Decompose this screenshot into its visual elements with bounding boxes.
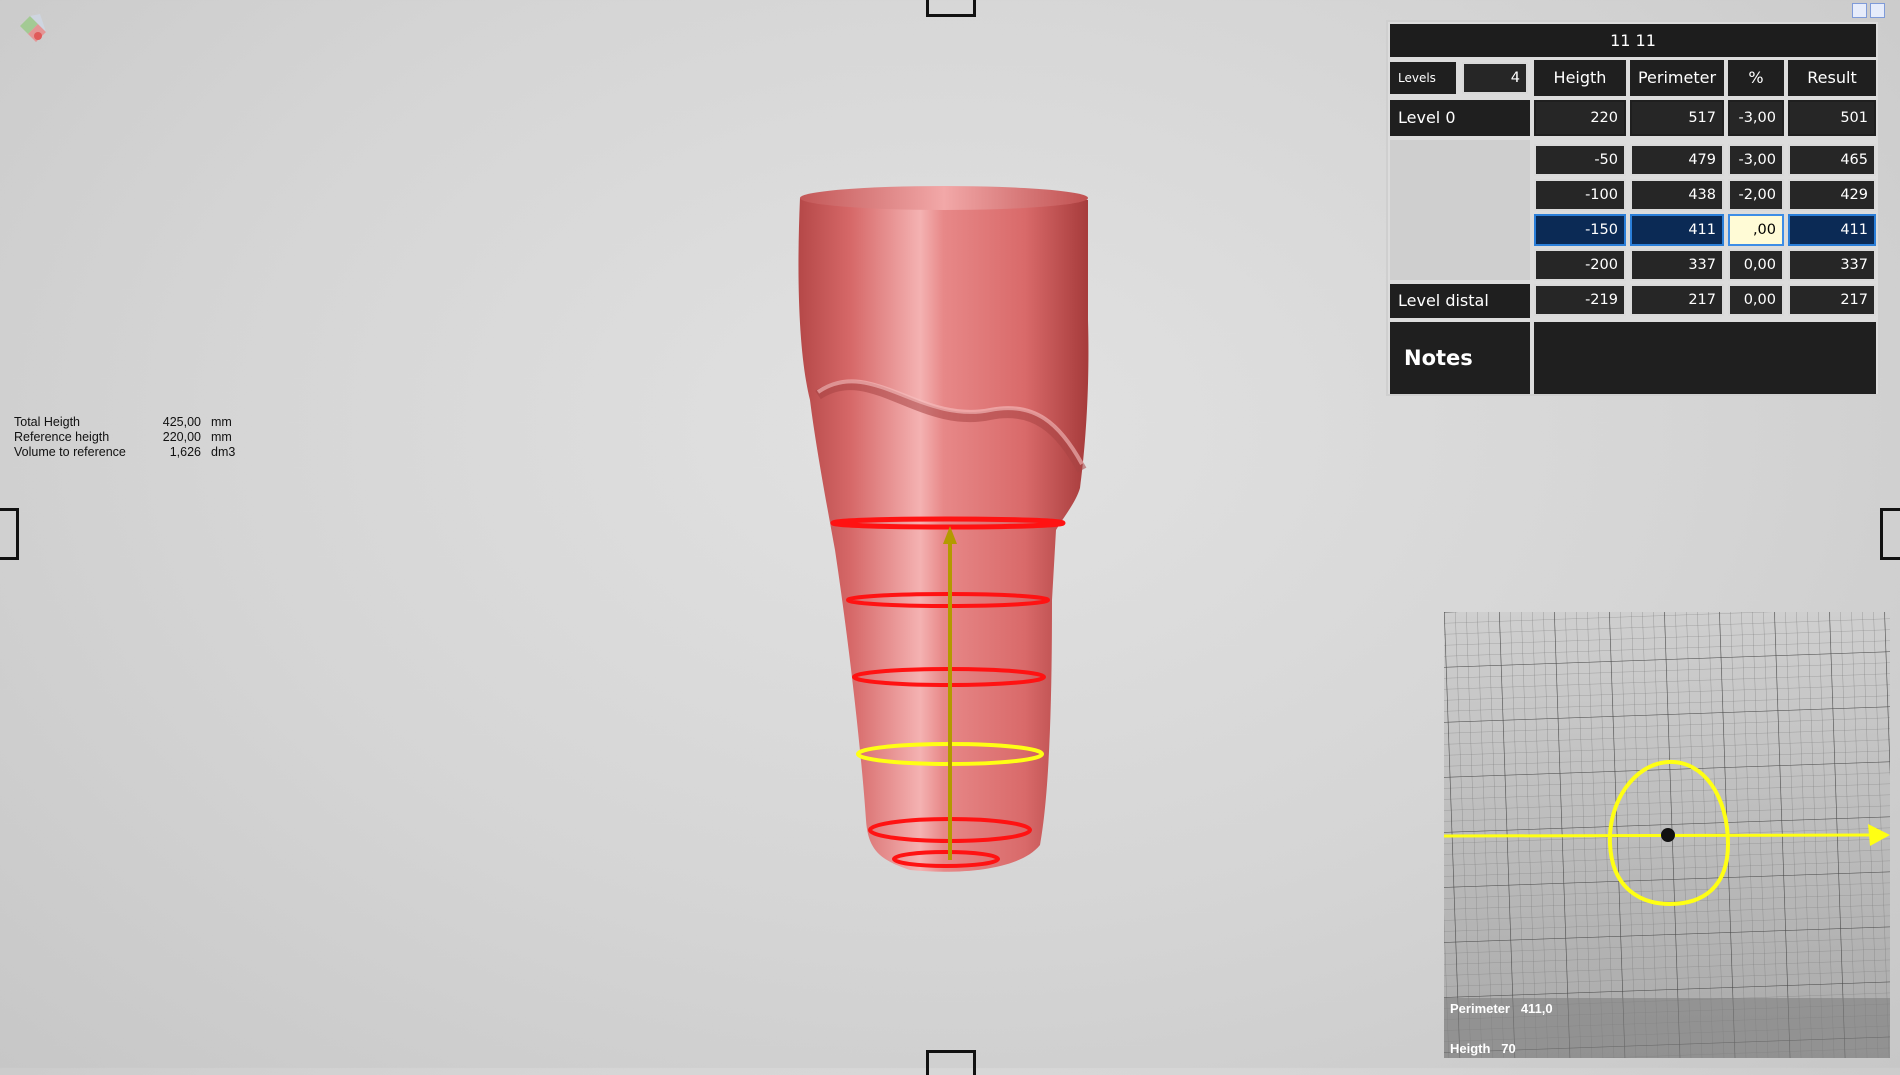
info-label: Reference heigth bbox=[14, 430, 110, 444]
info-unit: dm3 bbox=[211, 445, 236, 459]
info-value: 425,00 bbox=[162, 415, 201, 429]
cross-section-view[interactable] bbox=[1444, 612, 1890, 1058]
notes-field[interactable] bbox=[1534, 322, 1876, 394]
section-perimeter-value: 411,0 bbox=[1520, 1001, 1553, 1016]
row-3-height[interactable]: -150 bbox=[1534, 214, 1626, 246]
info-row-total-height: Total Heigth 425,00 mm bbox=[14, 415, 235, 430]
level-0-percent[interactable]: -3,00 bbox=[1728, 100, 1784, 136]
3d-viewport[interactable]: Total Heigth 425,00 mm Reference heigth … bbox=[0, 0, 1900, 1075]
intermediate-levels-block bbox=[1390, 140, 1530, 280]
row-3-percent-input[interactable]: ,00 bbox=[1728, 214, 1784, 246]
section-height-value: 70 bbox=[1501, 1041, 1516, 1056]
patient-title: 11 11 bbox=[1390, 24, 1876, 57]
header-height: Heigth bbox=[1534, 60, 1626, 96]
distal-height[interactable]: -219 bbox=[1534, 284, 1626, 316]
distal-percent[interactable]: 0,00 bbox=[1728, 284, 1784, 316]
limb-top-rim bbox=[800, 186, 1088, 210]
row-1-percent[interactable]: -3,00 bbox=[1728, 144, 1784, 176]
distal-result[interactable]: 217 bbox=[1788, 284, 1876, 316]
levels-input[interactable]: 4 bbox=[1462, 62, 1528, 94]
info-unit: mm bbox=[211, 415, 232, 429]
info-label: Volume to reference bbox=[14, 445, 126, 459]
info-row-volume: Volume to reference 1,626 dm3 bbox=[14, 445, 235, 460]
measurement-summary: Total Heigth 425,00 mm Reference heigth … bbox=[14, 415, 235, 460]
row-1-perimeter[interactable]: 479 bbox=[1630, 144, 1724, 176]
section-center-point[interactable] bbox=[1661, 828, 1675, 842]
row-4-height[interactable]: -200 bbox=[1534, 249, 1626, 281]
limb-body bbox=[798, 188, 1089, 872]
row-1-height[interactable]: -50 bbox=[1534, 144, 1626, 176]
section-height-readout: Heigth 70 bbox=[1450, 1041, 1516, 1056]
level-0-perimeter[interactable]: 517 bbox=[1630, 100, 1724, 136]
info-row-reference-height: Reference heigth 220,00 mm bbox=[14, 430, 235, 445]
limb-model-3d[interactable] bbox=[760, 170, 1140, 880]
header-percent: % bbox=[1728, 60, 1784, 96]
info-value: 220,00 bbox=[162, 430, 201, 444]
frame-mark-bottom bbox=[926, 1050, 976, 1075]
header-perimeter: Perimeter bbox=[1630, 60, 1724, 96]
row-4-result[interactable]: 337 bbox=[1788, 249, 1876, 281]
level-0-height[interactable]: 220 bbox=[1534, 100, 1626, 136]
row-2-perimeter[interactable]: 438 bbox=[1630, 179, 1724, 211]
section-perimeter-readout: Perimeter 411,0 bbox=[1450, 1001, 1553, 1016]
row-3-result[interactable]: 411 bbox=[1788, 214, 1876, 246]
restore-window-icon[interactable] bbox=[1852, 3, 1867, 18]
minimize-window-icon[interactable] bbox=[1870, 3, 1885, 18]
section-axis-line bbox=[1444, 833, 1873, 838]
info-label: Total Heigth bbox=[14, 415, 81, 429]
measurement-table: 11 11 Levels 4 Heigth Perimeter % Result… bbox=[1386, 20, 1880, 396]
frame-mark-top bbox=[926, 0, 976, 17]
notes-label: Notes bbox=[1390, 322, 1530, 394]
level-0-label: Level 0 bbox=[1390, 100, 1530, 136]
row-2-result[interactable]: 429 bbox=[1788, 179, 1876, 211]
row-1-result[interactable]: 465 bbox=[1788, 144, 1876, 176]
row-2-height[interactable]: -100 bbox=[1534, 179, 1626, 211]
section-height-label: Heigth bbox=[1450, 1041, 1491, 1056]
orientation-cube-icon[interactable] bbox=[16, 12, 50, 46]
row-3-perimeter[interactable]: 411 bbox=[1630, 214, 1724, 246]
row-2-percent[interactable]: -2,00 bbox=[1728, 179, 1784, 211]
header-result: Result bbox=[1788, 60, 1876, 96]
row-4-perimeter[interactable]: 337 bbox=[1630, 249, 1724, 281]
level-distal-label: Level distal bbox=[1390, 284, 1530, 318]
distal-perimeter[interactable]: 217 bbox=[1630, 284, 1724, 316]
section-perimeter-label: Perimeter bbox=[1450, 1001, 1510, 1016]
info-value: 1,626 bbox=[169, 445, 201, 459]
level-0-result[interactable]: 501 bbox=[1788, 100, 1876, 136]
info-unit: mm bbox=[211, 430, 232, 444]
levels-label: Levels bbox=[1390, 62, 1456, 94]
frame-mark-right bbox=[1880, 508, 1900, 560]
frame-mark-left bbox=[0, 508, 19, 560]
row-4-percent[interactable]: 0,00 bbox=[1728, 249, 1784, 281]
